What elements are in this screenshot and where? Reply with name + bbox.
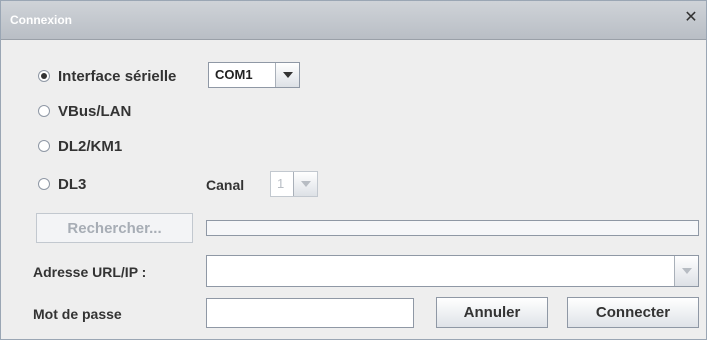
- search-progress-bar: [206, 220, 699, 236]
- url-input[interactable]: [206, 255, 699, 287]
- radio-label: VBus/LAN: [58, 102, 132, 120]
- window-title: Connexion: [10, 13, 72, 27]
- radio-serial-interface[interactable]: Interface sérielle: [38, 65, 176, 87]
- chevron-down-icon[interactable]: [674, 256, 698, 286]
- connection-dialog: Connexion ✕ Interface sérielle VBus/LAN …: [0, 0, 707, 340]
- canal-label: Canal: [206, 177, 245, 193]
- chevron-down-icon: [293, 172, 317, 196]
- radio-vbus-lan[interactable]: VBus/LAN: [38, 100, 131, 122]
- radio-button[interactable]: [38, 105, 50, 117]
- radio-dl3[interactable]: DL3: [38, 173, 86, 195]
- url-label: Adresse URL/IP :: [33, 264, 147, 280]
- serial-port-select[interactable]: COM1: [208, 62, 300, 88]
- radio-label: DL3: [58, 175, 87, 193]
- canal-select: 1: [270, 171, 318, 197]
- radio-dl2-km1[interactable]: DL2/KM1: [38, 135, 122, 157]
- radio-label: Interface sérielle: [58, 67, 177, 85]
- connect-button[interactable]: Connecter: [567, 297, 699, 328]
- canal-value: 1: [277, 176, 285, 191]
- cancel-button[interactable]: Annuler: [436, 297, 548, 328]
- radio-button[interactable]: [38, 70, 50, 82]
- password-field[interactable]: [206, 298, 414, 328]
- serial-port-value: COM1: [215, 67, 253, 82]
- search-button: Rechercher...: [36, 213, 193, 243]
- radio-button[interactable]: [38, 178, 50, 190]
- radio-label: DL2/KM1: [58, 137, 123, 155]
- radio-button[interactable]: [38, 140, 50, 152]
- chevron-down-icon[interactable]: [275, 63, 299, 87]
- title-bar: Connexion ✕: [1, 1, 706, 40]
- close-icon[interactable]: ✕: [682, 9, 700, 27]
- password-label: Mot de passe: [33, 306, 122, 322]
